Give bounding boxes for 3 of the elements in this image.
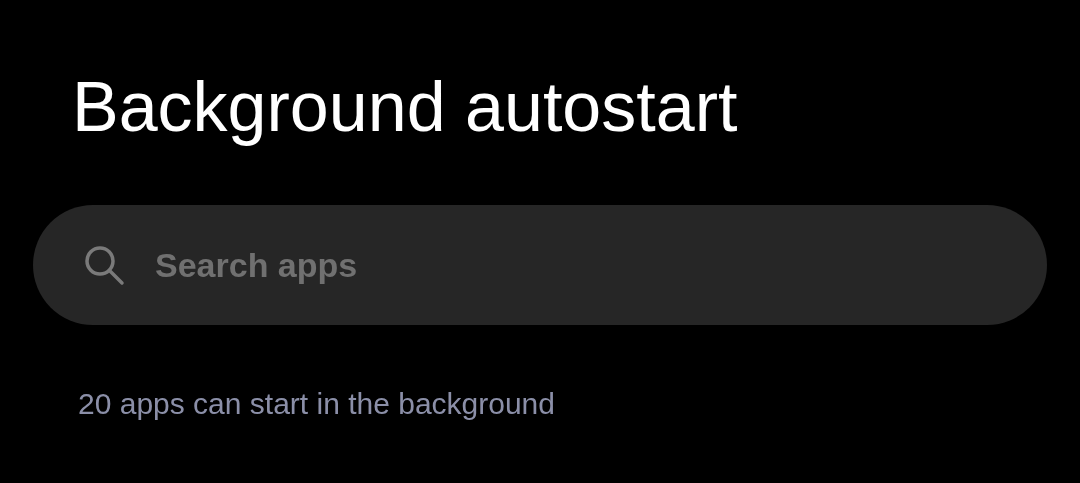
search-icon (83, 244, 125, 286)
search-field[interactable]: Search apps (33, 205, 1047, 325)
apps-count-text: 20 apps can start in the background (78, 389, 555, 419)
